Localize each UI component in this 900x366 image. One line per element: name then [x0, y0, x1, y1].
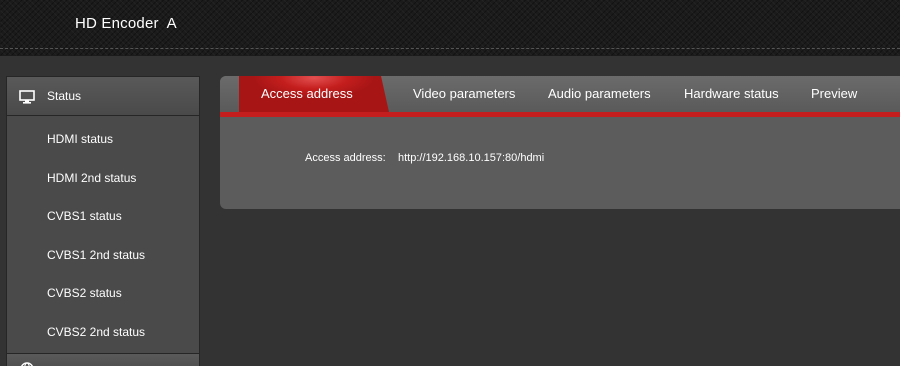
tab-audio-parameters[interactable]: Audio parameters	[548, 86, 651, 101]
monitor-icon	[19, 90, 35, 104]
app-title: HD Encoder A	[75, 15, 177, 32]
sidebar-section-label: Status	[47, 89, 82, 103]
header-divider	[0, 48, 900, 49]
sidebar: Status HDMI status HDMI 2nd status CVBS1…	[6, 76, 200, 366]
sidebar-item-cvbs2-2nd-status[interactable]: CVBS2 2nd status	[7, 314, 199, 352]
tab-access-address[interactable]: Access address	[239, 76, 389, 112]
sidebar-item-label: CVBS1 2nd status	[47, 248, 146, 262]
sidebar-item-label: CVBS2 status	[47, 286, 122, 300]
tab-video-parameters[interactable]: Video parameters	[413, 86, 515, 101]
tab-bar: Access address Video parameters Audio pa…	[220, 76, 900, 112]
access-address-label: Access address:	[305, 152, 386, 164]
sidebar-section-next[interactable]	[7, 353, 199, 366]
sidebar-item-cvbs1-status[interactable]: CVBS1 status	[7, 198, 199, 236]
sidebar-item-label: HDMI 2nd status	[47, 171, 137, 185]
tab-preview[interactable]: Preview	[811, 86, 857, 101]
sidebar-item-label: CVBS2 2nd status	[47, 325, 146, 339]
tab-label: Access address	[261, 86, 353, 101]
sidebar-item-cvbs1-2nd-status[interactable]: CVBS1 2nd status	[7, 237, 199, 275]
tab-hardware-status[interactable]: Hardware status	[684, 86, 779, 101]
sidebar-item-cvbs2-status[interactable]: CVBS2 status	[7, 275, 199, 313]
access-address-value: http://192.168.10.157:80/hdmi	[398, 152, 545, 164]
sidebar-item-hdmi-status[interactable]: HDMI status	[7, 121, 199, 159]
header-bar: HD Encoder A	[0, 0, 900, 56]
sidebar-item-label: HDMI status	[47, 132, 114, 146]
app-root: HD Encoder A Status HDMI status HDMI 2nd…	[0, 0, 900, 366]
globe-icon	[21, 362, 33, 366]
sidebar-section-status[interactable]: Status	[7, 77, 199, 116]
content-panel: Access address Video parameters Audio pa…	[220, 76, 900, 209]
tab-underline	[220, 112, 900, 117]
sidebar-item-label: CVBS1 status	[47, 209, 122, 223]
sidebar-item-hdmi-2nd-status[interactable]: HDMI 2nd status	[7, 160, 199, 198]
